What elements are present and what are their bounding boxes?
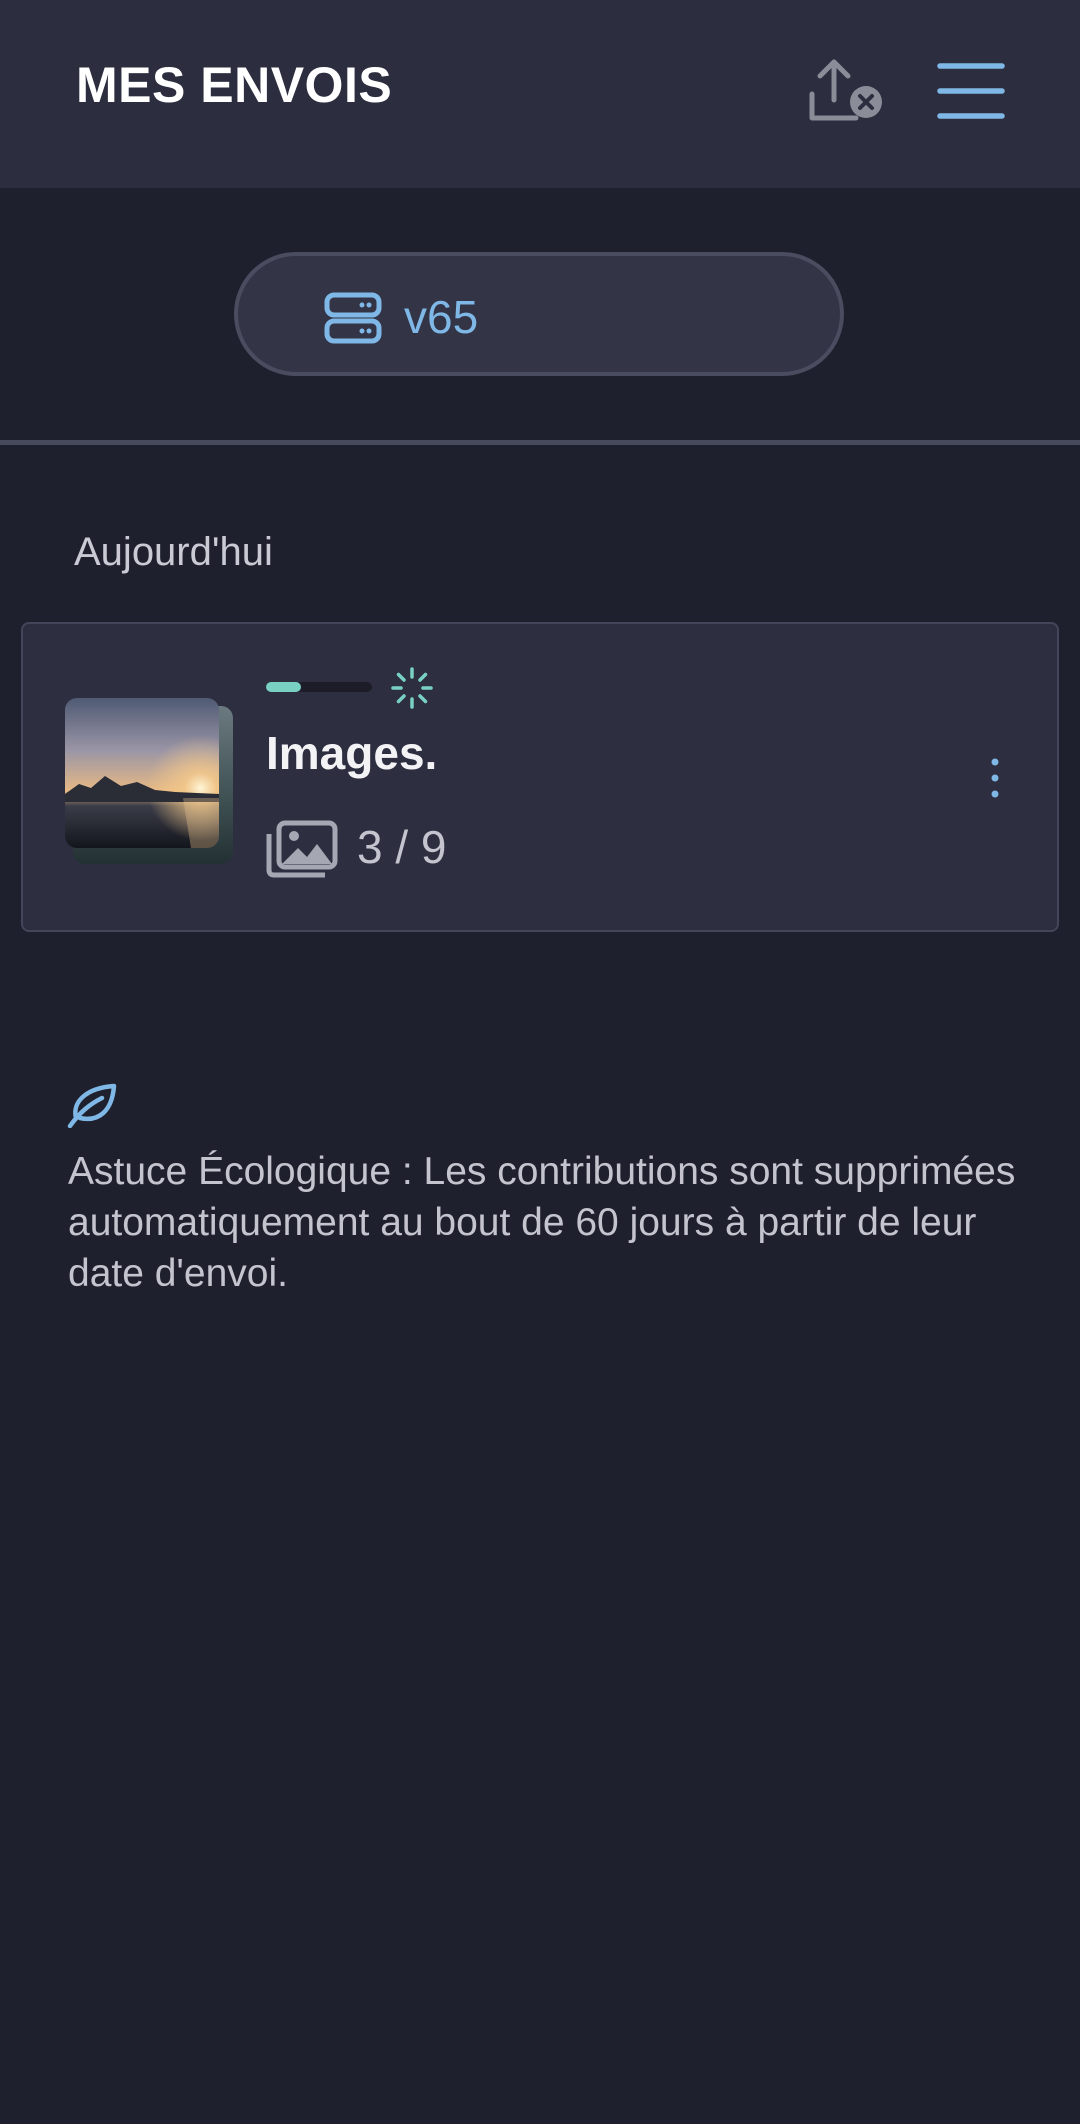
divider bbox=[0, 440, 1080, 445]
upload-count: 3 / 9 bbox=[357, 821, 447, 873]
page-title: MES ENVOIS bbox=[76, 57, 393, 113]
date-section-label: Aujourd'hui bbox=[74, 530, 273, 574]
upload-title: Images. bbox=[266, 727, 438, 779]
loading-spinner-icon bbox=[391, 667, 433, 709]
my-uploads-screen: MES ENVOIS v65 Aujourd'hui Images. 3 / 9… bbox=[0, 0, 1080, 2124]
upload-item-card[interactable]: Images. 3 / 9 bbox=[21, 622, 1059, 932]
server-icon bbox=[324, 292, 382, 344]
server-selector[interactable]: v65 bbox=[234, 252, 844, 376]
upload-progress-bar bbox=[266, 682, 372, 692]
upload-cancel-icon bbox=[809, 59, 882, 121]
upload-cancel-button[interactable] bbox=[806, 56, 886, 126]
images-icon bbox=[266, 820, 338, 878]
upload-thumbnail bbox=[65, 698, 219, 848]
eco-tip-text: Astuce Écologique : Les contributions so… bbox=[68, 1150, 1016, 1295]
top-app-bar: MES ENVOIS bbox=[0, 0, 1080, 188]
upload-progress-fill bbox=[266, 682, 301, 692]
upload-more-button[interactable] bbox=[983, 754, 1007, 802]
menu-button[interactable] bbox=[936, 60, 1006, 122]
server-label: v65 bbox=[404, 291, 479, 343]
hamburger-menu-icon bbox=[937, 63, 1005, 119]
leaf-icon bbox=[67, 1083, 117, 1128]
more-vertical-icon bbox=[991, 758, 999, 798]
